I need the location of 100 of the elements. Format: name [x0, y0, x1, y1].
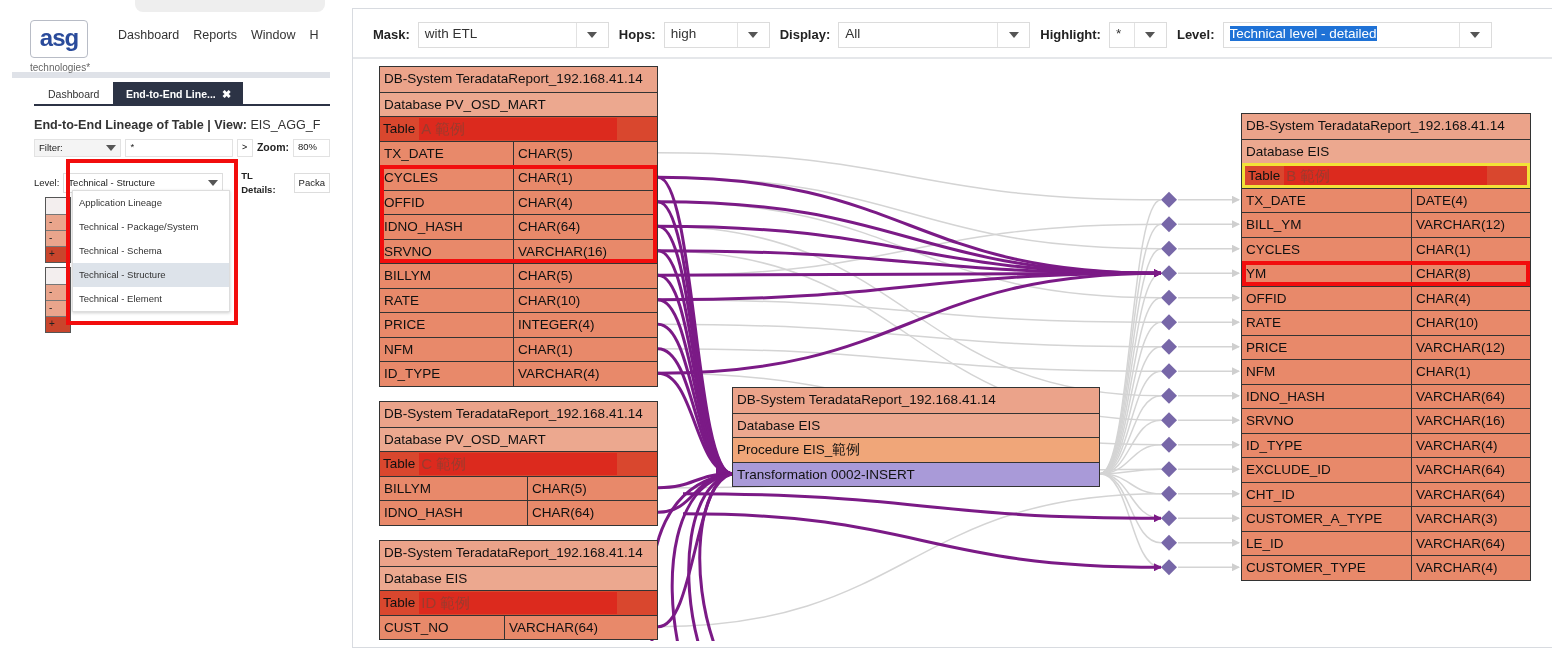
- field-name: IDNO_HASH: [380, 215, 514, 239]
- field-row[interactable]: EXCLUDE_ID VARCHAR(64): [1242, 457, 1530, 482]
- dropdown-option[interactable]: Technical - Structure: [73, 262, 229, 287]
- system-row[interactable]: DB-System TeradataReport_192.168.41.14: [380, 67, 657, 92]
- next-button[interactable]: >: [236, 138, 253, 157]
- field-row[interactable]: PRICE INTEGER(4): [380, 312, 657, 337]
- junction-marker: [1161, 559, 1177, 576]
- field-name: IDNO_HASH: [380, 501, 528, 525]
- field-name: YM: [1242, 262, 1412, 286]
- redacted-name: C 範例: [419, 453, 617, 475]
- field-row[interactable]: TX_DATE DATE(4): [1242, 187, 1530, 212]
- junction-marker: [1161, 363, 1177, 380]
- field-row[interactable]: IDNO_HASH CHAR(64): [380, 214, 657, 239]
- junction-marker: [1161, 412, 1177, 429]
- tab[interactable]: End-to-End Line... ✖: [113, 82, 244, 104]
- filter-dropdown[interactable]: Filter:: [34, 138, 122, 157]
- toolbar-label: Display:: [779, 26, 831, 45]
- expand-sign[interactable]: -: [49, 216, 53, 227]
- toolbar-dropdown[interactable]: *: [1108, 22, 1167, 48]
- system-row[interactable]: DB-System TeradataReport_192.168.41.14: [380, 541, 657, 566]
- field-name: IDNO_HASH: [1242, 384, 1412, 408]
- procedure-row[interactable]: Procedure EIS_範例: [733, 437, 1099, 462]
- table-label: Table: [383, 594, 416, 612]
- toolbar-dropdown[interactable]: high: [663, 22, 770, 48]
- field-name: TX_DATE: [380, 141, 514, 165]
- expand-sign[interactable]: -: [49, 302, 53, 313]
- filter-field[interactable]: *: [125, 138, 233, 157]
- expand-sign[interactable]: -: [49, 286, 53, 297]
- junction-marker: [1161, 265, 1177, 282]
- field-name: EXCLUDE_ID: [1242, 458, 1412, 482]
- tab[interactable]: Dashboard: [34, 82, 114, 104]
- field-row[interactable]: ID_TYPE VARCHAR(4): [1242, 432, 1530, 457]
- field-name: ID_TYPE: [380, 362, 514, 386]
- dropdown-option[interactable]: Technical - Schema: [73, 238, 229, 263]
- field-row[interactable]: CUSTOMER_A_TYPE VARCHAR(3): [1242, 506, 1530, 531]
- field-type: DATE(4): [1415, 191, 1468, 210]
- field-row[interactable]: TX_DATE CHAR(5): [380, 140, 657, 165]
- field-type: CHAR(5): [517, 144, 573, 163]
- database-row[interactable]: Database EIS: [1242, 138, 1530, 163]
- field-row[interactable]: BILLYM CHAR(5): [380, 263, 657, 288]
- caret-icon: [1470, 32, 1480, 38]
- etl-dropdown[interactable]: Packa: [293, 173, 330, 194]
- system-row[interactable]: DB-System TeradataReport_192.168.41.14: [1242, 114, 1530, 139]
- field-row[interactable]: SRVNO VARCHAR(16): [380, 238, 657, 263]
- dropdown-option[interactable]: Technical - Element: [73, 286, 229, 311]
- field-name: NFM: [1242, 360, 1412, 384]
- field-row[interactable]: ID_TYPE VARCHAR(4): [380, 361, 657, 386]
- field-row[interactable]: RATE CHAR(10): [1242, 310, 1530, 335]
- zoom-field[interactable]: 80%: [293, 138, 330, 157]
- system-row[interactable]: DB-System TeradataReport_192.168.41.14: [733, 388, 1099, 413]
- field-row[interactable]: BILL_YM VARCHAR(12): [1242, 212, 1530, 237]
- field-type: VARCHAR(64): [1415, 461, 1505, 479]
- field-row[interactable]: IDNO_HASH CHAR(64): [380, 500, 657, 525]
- field-row[interactable]: PRICE VARCHAR(12): [1242, 334, 1530, 359]
- field-row[interactable]: SRVNO VARCHAR(16): [1242, 408, 1530, 433]
- field-type: VARCHAR(3): [1415, 510, 1498, 528]
- toolbar-dropdown[interactable]: with ETL: [417, 22, 609, 48]
- database-row[interactable]: Database PV_OSD_MART: [380, 91, 657, 116]
- field-row[interactable]: OFFID CHAR(4): [1242, 285, 1530, 310]
- logo-tagline: technologies*: [30, 61, 91, 75]
- system-row[interactable]: DB-System TeradataReport_192.168.41.14: [380, 402, 657, 427]
- menu-item[interactable]: Reports: [193, 26, 237, 72]
- field-name: CYCLES: [1242, 237, 1412, 261]
- menu-item[interactable]: Window: [251, 26, 296, 72]
- transformation-row[interactable]: Transformation 0002-INSERT: [733, 461, 1099, 486]
- field-row[interactable]: LE_ID VARCHAR(64): [1242, 530, 1530, 555]
- field-row[interactable]: NFM CHAR(1): [1242, 359, 1530, 384]
- field-name: PRICE: [1242, 335, 1412, 359]
- field-row[interactable]: CYCLES CHAR(1): [380, 165, 657, 190]
- database-row[interactable]: Database PV_OSD_MART: [380, 426, 657, 451]
- field-row[interactable]: RATE CHAR(10): [380, 287, 657, 312]
- field-name: CUSTOMER_TYPE: [1242, 556, 1412, 580]
- junction-marker: [1161, 436, 1177, 453]
- field-type: CHAR(4): [1415, 289, 1471, 308]
- field-type: VARCHAR(12): [1415, 216, 1505, 234]
- field-row[interactable]: NFM CHAR(1): [380, 336, 657, 361]
- field-type: CHAR(10): [517, 291, 581, 310]
- toolbar-dropdown[interactable]: All: [838, 22, 1031, 48]
- expand-sign[interactable]: -: [49, 232, 53, 243]
- field-row[interactable]: BILLYM CHAR(5): [380, 475, 657, 500]
- field-row[interactable]: OFFID CHAR(4): [380, 189, 657, 214]
- etl-label: TL Details:: [241, 168, 277, 198]
- close-icon[interactable]: ✖: [221, 88, 231, 100]
- field-row[interactable]: CYCLES CHAR(1): [1242, 236, 1530, 261]
- dropdown-option[interactable]: Technical - Package/System: [73, 214, 229, 239]
- field-type: VARCHAR(12): [1415, 338, 1505, 357]
- database-row[interactable]: Database EIS: [380, 565, 657, 590]
- field-row[interactable]: CUST_NO VARCHAR(64): [380, 614, 657, 639]
- field-row[interactable]: CHT_ID VARCHAR(64): [1242, 481, 1530, 506]
- field-row[interactable]: YM CHAR(8): [1242, 261, 1530, 286]
- redacted-name: B 範例: [1284, 165, 1488, 187]
- zoom-label: Zoom:: [256, 140, 289, 155]
- menu-item[interactable]: H: [309, 26, 319, 72]
- junction-marker: [1161, 485, 1177, 502]
- field-row[interactable]: CUSTOMER_TYPE VARCHAR(4): [1242, 555, 1530, 580]
- menu-item[interactable]: Dashboard: [118, 26, 180, 72]
- database-row[interactable]: Database EIS: [733, 412, 1099, 437]
- field-row[interactable]: IDNO_HASH VARCHAR(64): [1242, 383, 1530, 408]
- junction-marker: [1161, 191, 1177, 208]
- toolbar-dropdown[interactable]: Technical level - detailed: [1222, 22, 1492, 48]
